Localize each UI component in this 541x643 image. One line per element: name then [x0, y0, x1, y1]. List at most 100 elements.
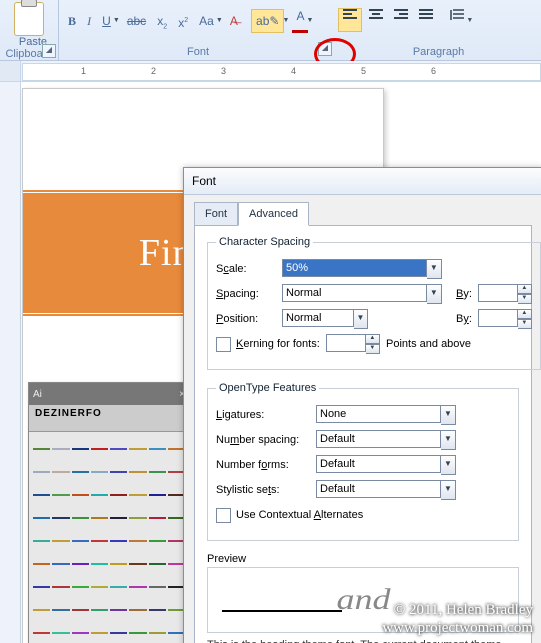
vertical-ruler[interactable]: [0, 82, 21, 643]
highlight-dropdown-icon[interactable]: ▼: [282, 17, 289, 24]
chevron-down-icon[interactable]: ▼: [518, 294, 532, 304]
position-by-input[interactable]: [478, 309, 518, 327]
swatch[interactable]: [129, 448, 146, 450]
swatch[interactable]: [110, 494, 127, 496]
number-forms-input[interactable]: [316, 455, 441, 473]
swatch[interactable]: [91, 540, 108, 542]
tab-font[interactable]: Font: [194, 202, 238, 226]
swatch[interactable]: [52, 471, 69, 473]
bold-button[interactable]: B: [64, 10, 80, 32]
swatch[interactable]: [149, 494, 166, 496]
swatch[interactable]: [91, 563, 108, 565]
align-justify-button[interactable]: [415, 9, 437, 31]
swatch[interactable]: [149, 632, 166, 634]
swatch[interactable]: [72, 494, 89, 496]
swatch[interactable]: [110, 540, 127, 542]
swatch[interactable]: [33, 609, 50, 611]
swatch[interactable]: [52, 540, 69, 542]
paste-label[interactable]: Paste: [0, 36, 66, 48]
swatch[interactable]: [33, 586, 50, 588]
swatch[interactable]: [129, 471, 146, 473]
chevron-up-icon[interactable]: ▲: [366, 334, 380, 344]
spacing-by-input[interactable]: [478, 284, 518, 302]
superscript-button[interactable]: x2: [174, 10, 192, 32]
swatch[interactable]: [129, 586, 146, 588]
swatch[interactable]: [110, 517, 127, 519]
swatch[interactable]: [149, 609, 166, 611]
swatch[interactable]: [149, 586, 166, 588]
align-center-button[interactable]: [365, 9, 387, 31]
position-input[interactable]: [282, 309, 354, 327]
chevron-up-icon[interactable]: ▲: [518, 309, 532, 319]
swatch[interactable]: [52, 563, 69, 565]
swatch[interactable]: [33, 471, 50, 473]
clear-format-button[interactable]: A̶: [226, 10, 242, 32]
swatch[interactable]: [72, 448, 89, 450]
strike-button[interactable]: abc: [123, 10, 150, 32]
highlight-button[interactable]: ab✎: [251, 9, 284, 33]
swatch[interactable]: [72, 632, 89, 634]
swatch[interactable]: [33, 632, 50, 634]
ligatures-combo[interactable]: ▼: [316, 405, 456, 425]
contextual-checkbox[interactable]: [216, 508, 231, 523]
swatch-panel-tab[interactable]: DEZINERFO: [29, 405, 189, 432]
spacing-by-spinner[interactable]: ▲▼: [478, 284, 532, 304]
dialog-title[interactable]: Font: [184, 168, 541, 195]
swatch[interactable]: [91, 632, 108, 634]
stylistic-sets-combo[interactable]: ▼: [316, 480, 456, 500]
swatch[interactable]: [129, 540, 146, 542]
chevron-down-icon[interactable]: ▼: [366, 344, 380, 354]
swatch[interactable]: [91, 494, 108, 496]
tab-advanced[interactable]: Advanced: [238, 202, 309, 226]
align-right-button[interactable]: [390, 9, 412, 31]
spacing-input[interactable]: [282, 284, 427, 302]
tab-selector[interactable]: [0, 61, 21, 81]
chevron-down-icon[interactable]: ▼: [441, 405, 456, 425]
swatch[interactable]: [91, 586, 108, 588]
swatch[interactable]: [72, 609, 89, 611]
chevron-up-icon[interactable]: ▲: [518, 284, 532, 294]
swatch[interactable]: [91, 471, 108, 473]
swatch[interactable]: [129, 517, 146, 519]
swatch[interactable]: [149, 517, 166, 519]
font-color-dropdown-icon[interactable]: ▼: [306, 17, 313, 24]
swatch[interactable]: [149, 448, 166, 450]
swatch[interactable]: [52, 609, 69, 611]
swatch[interactable]: [33, 448, 50, 450]
number-spacing-combo[interactable]: ▼: [316, 430, 456, 450]
case-dropdown-icon[interactable]: ▼: [216, 17, 223, 24]
swatch[interactable]: [110, 448, 127, 450]
swatch[interactable]: [110, 632, 127, 634]
swatch[interactable]: [91, 448, 108, 450]
spacing-dropdown-icon[interactable]: ▼: [466, 17, 473, 24]
italic-button[interactable]: I: [83, 10, 95, 32]
swatch[interactable]: [52, 517, 69, 519]
swatch[interactable]: [72, 586, 89, 588]
horizontal-ruler[interactable]: 1 2 3 4 5 6: [0, 61, 541, 82]
swatch[interactable]: [91, 609, 108, 611]
align-left-button[interactable]: [338, 8, 362, 32]
stylistic-sets-input[interactable]: [316, 480, 441, 498]
swatch-panel-header[interactable]: Ai ×: [29, 383, 189, 405]
chevron-down-icon[interactable]: ▼: [354, 309, 368, 329]
swatch[interactable]: [33, 563, 50, 565]
swatch[interactable]: [110, 563, 127, 565]
swatch[interactable]: [72, 540, 89, 542]
kerning-input[interactable]: [326, 334, 366, 352]
underline-dropdown-icon[interactable]: ▼: [113, 17, 120, 24]
position-combo[interactable]: ▼: [282, 309, 368, 329]
swatch[interactable]: [129, 563, 146, 565]
swatch[interactable]: [129, 609, 146, 611]
swatch[interactable]: [52, 632, 69, 634]
kerning-spinner[interactable]: ▲▼: [326, 334, 380, 354]
subscript-button[interactable]: x2: [153, 10, 171, 32]
paste-icon[interactable]: [14, 2, 44, 36]
ligatures-input[interactable]: [316, 405, 441, 423]
swatch[interactable]: [72, 517, 89, 519]
swatch[interactable]: [72, 563, 89, 565]
scale-combo[interactable]: ▼: [282, 259, 442, 279]
chevron-down-icon[interactable]: ▼: [427, 284, 442, 304]
chevron-down-icon[interactable]: ▼: [427, 259, 442, 279]
swatch[interactable]: [72, 471, 89, 473]
swatch[interactable]: [91, 517, 108, 519]
